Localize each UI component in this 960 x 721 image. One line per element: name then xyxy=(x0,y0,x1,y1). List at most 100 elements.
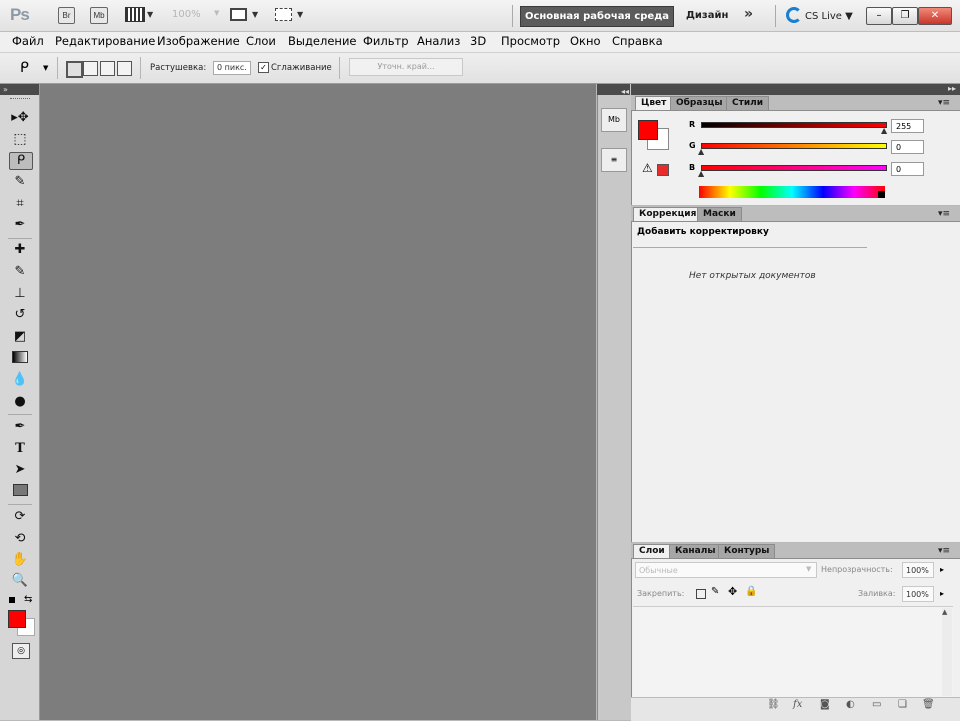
path-selection-tool-icon[interactable]: ➤ xyxy=(9,461,31,479)
3d-rotate-tool-icon[interactable]: ⟳ xyxy=(9,508,31,526)
history-brush-tool-icon[interactable]: ↺ xyxy=(9,306,31,324)
delete-layer-icon[interactable]: 🗑 xyxy=(922,699,935,710)
panels-expand-icon[interactable]: ▸▸ xyxy=(948,84,956,93)
menu-select[interactable]: Выделение xyxy=(288,34,357,48)
swap-colors-icon[interactable]: ⇆ xyxy=(24,594,32,605)
fill-dropdown-icon[interactable]: ▸ xyxy=(940,589,944,598)
tab-styles[interactable]: Стили xyxy=(726,96,770,110)
red-slider[interactable] xyxy=(701,122,887,128)
layers-scrollbar[interactable]: ▲ xyxy=(942,608,952,696)
new-group-icon[interactable]: ▭ xyxy=(872,699,881,710)
tab-swatches[interactable]: Образцы xyxy=(670,96,729,110)
zoom-level[interactable]: 100% xyxy=(172,9,201,20)
3d-orbit-tool-icon[interactable]: ⟲ xyxy=(9,530,31,548)
marquee-tool-icon[interactable]: ⬚ xyxy=(9,130,31,148)
right-panels-header[interactable]: ▸▸ xyxy=(631,84,960,95)
opacity-dropdown-icon[interactable]: ▸ xyxy=(940,565,944,574)
tab-color[interactable]: Цвет xyxy=(635,96,673,110)
brush-tool-icon[interactable]: ✎ xyxy=(9,263,31,281)
workspace-overflow-icon[interactable]: » xyxy=(744,6,753,22)
tab-masks[interactable]: Маски xyxy=(697,207,742,221)
layers-list[interactable] xyxy=(633,606,953,697)
new-adjustment-layer-icon[interactable]: ◐ xyxy=(846,699,855,710)
menu-help[interactable]: Справка xyxy=(612,34,663,48)
layers-panel-menu-icon[interactable]: ▾≡ xyxy=(938,546,950,556)
crop-tool-icon[interactable]: ⌗ xyxy=(9,195,31,213)
new-selection-icon[interactable] xyxy=(66,61,83,78)
new-layer-icon[interactable]: ❏ xyxy=(898,699,907,710)
cs-live-button[interactable]: CS Live ▼ xyxy=(786,7,853,23)
add-mask-icon[interactable]: ◙ xyxy=(820,699,830,710)
clone-stamp-tool-icon[interactable]: ⊥ xyxy=(9,285,31,303)
add-to-selection-icon[interactable] xyxy=(83,61,98,76)
layer-style-icon[interactable]: fx xyxy=(793,699,802,710)
foreground-swatch[interactable] xyxy=(638,120,658,140)
launch-bridge-button[interactable]: Br xyxy=(58,7,75,24)
green-value-input[interactable]: 0 xyxy=(891,140,924,154)
default-colors-icon[interactable] xyxy=(9,597,15,603)
opacity-input[interactable]: 100% xyxy=(902,562,934,578)
blend-mode-dropdown-icon[interactable]: ▼ xyxy=(806,565,811,573)
lasso-preset-icon[interactable]: ᑭ xyxy=(20,60,29,76)
history-panel-button[interactable]: ≡ xyxy=(601,148,627,172)
gamut-color-swatch[interactable] xyxy=(657,164,669,176)
workspace-design-button[interactable]: Дизайн xyxy=(686,10,728,21)
hand-tool-icon[interactable]: ✋ xyxy=(9,551,31,569)
launch-minibridge-button[interactable]: Mb xyxy=(90,7,108,24)
workspace-essentials-button[interactable]: Основная рабочая среда xyxy=(520,6,674,27)
tab-adjustments[interactable]: Коррекция xyxy=(633,207,703,221)
menu-file[interactable]: Файл xyxy=(12,34,44,48)
tab-paths[interactable]: Контуры xyxy=(718,544,776,558)
lock-position-icon[interactable]: ✥ xyxy=(728,585,737,598)
document-area[interactable] xyxy=(40,84,596,720)
minimize-button[interactable]: – xyxy=(866,7,892,25)
zoom-tool-icon[interactable]: 🔍 xyxy=(9,572,31,590)
menu-3d[interactable]: 3D xyxy=(470,34,486,48)
red-slider-thumb[interactable]: ▲ xyxy=(881,126,887,135)
zoom-dropdown-icon[interactable]: ▼ xyxy=(214,9,219,17)
screen-mode-dropdown-icon[interactable]: ▼ xyxy=(297,10,303,19)
blue-slider-thumb[interactable]: ▲ xyxy=(698,169,704,178)
toolbox-grip[interactable] xyxy=(10,98,30,101)
shape-tool-icon[interactable] xyxy=(9,483,31,501)
blend-mode-select[interactable]: Обычные xyxy=(635,562,817,578)
green-slider-thumb[interactable]: ▲ xyxy=(698,147,704,156)
pen-tool-icon[interactable]: ✒ xyxy=(9,418,31,436)
menu-analysis[interactable]: Анализ xyxy=(417,34,460,48)
type-tool-icon[interactable]: T xyxy=(9,440,31,458)
adjustments-panel-menu-icon[interactable]: ▾≡ xyxy=(938,209,950,219)
antialias-checkbox[interactable]: ✓ xyxy=(258,62,269,73)
eyedropper-tool-icon[interactable]: ✒ xyxy=(9,216,31,234)
fill-input[interactable]: 100% xyxy=(902,586,934,602)
spectrum-black-swatch[interactable] xyxy=(878,191,885,198)
intersect-selection-icon[interactable] xyxy=(117,61,132,76)
dock-collapse-icon[interactable]: ◂◂ xyxy=(621,87,629,96)
toolbox-header[interactable]: » xyxy=(0,84,39,95)
arrange-dropdown-icon[interactable]: ▼ xyxy=(252,10,258,19)
tab-channels[interactable]: Каналы xyxy=(669,544,722,558)
lock-transparency-icon[interactable] xyxy=(696,589,706,599)
view-extras-dropdown-icon[interactable]: ▼ xyxy=(147,10,153,19)
lasso-tool-icon[interactable]: ᑭ xyxy=(9,152,33,170)
tab-layers[interactable]: Слои xyxy=(633,544,671,558)
blue-value-input[interactable]: 0 xyxy=(891,162,924,176)
menu-edit[interactable]: Редактирование xyxy=(55,34,155,48)
view-extras-icon[interactable] xyxy=(125,7,145,22)
color-panel-menu-icon[interactable]: ▾≡ xyxy=(938,98,950,108)
dodge-tool-icon[interactable]: ● xyxy=(9,393,31,411)
color-spectrum-ramp[interactable] xyxy=(699,186,885,198)
lock-all-icon[interactable]: 🔒 xyxy=(745,586,757,597)
menu-window[interactable]: Окно xyxy=(570,34,601,48)
out-of-gamut-icon[interactable]: ⚠ xyxy=(642,161,653,175)
menu-layer[interactable]: Слои xyxy=(246,34,276,48)
feather-input[interactable]: 0 пикс. xyxy=(213,61,251,75)
close-button[interactable]: ✕ xyxy=(918,7,952,25)
screen-mode-icon[interactable] xyxy=(275,8,292,21)
menu-filter[interactable]: Фильтр xyxy=(363,34,409,48)
blue-slider[interactable] xyxy=(701,165,887,171)
menu-image[interactable]: Изображение xyxy=(157,34,240,48)
tool-preset-dropdown-icon[interactable]: ▼ xyxy=(43,64,48,72)
lock-pixels-icon[interactable]: ✎ xyxy=(711,586,719,597)
link-layers-icon[interactable]: ⛓ xyxy=(767,699,780,710)
restore-button[interactable]: ❐ xyxy=(892,7,918,25)
